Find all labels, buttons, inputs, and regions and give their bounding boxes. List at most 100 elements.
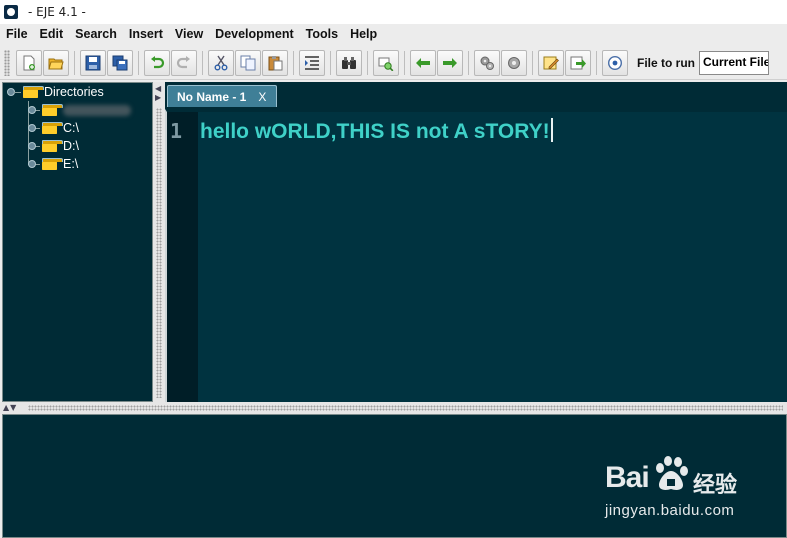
open-file-button[interactable]	[43, 49, 69, 76]
code-line[interactable]: hello wORLD,THIS IS not A sTORY!	[200, 118, 553, 144]
tree-expand-handle[interactable]	[28, 124, 36, 132]
folder-icon	[42, 104, 63, 116]
paste-button[interactable]	[262, 49, 288, 76]
tree-item-label: E:\	[63, 157, 79, 171]
editor-tab[interactable]: No Name - 1 X	[167, 85, 278, 107]
title-bar: - EJE 4.1 -	[0, 0, 787, 24]
watermark-brand-suffix: 经验	[693, 473, 738, 498]
toolbar-separator	[293, 50, 294, 75]
menu-file[interactable]: File	[6, 27, 28, 41]
menu-help[interactable]: Help	[350, 27, 377, 41]
tree-root-label: Directories	[44, 85, 104, 99]
build-button[interactable]	[501, 49, 527, 76]
save-icon	[85, 55, 101, 70]
watermark-url: jingyan.baidu.com	[605, 502, 735, 519]
splitter-collapse-arrows-icon[interactable]: ▲▼	[3, 403, 17, 412]
menu-development[interactable]: Development	[215, 27, 294, 41]
folder-open-icon	[23, 86, 44, 98]
horizontal-splitter[interactable]: ▲▼	[0, 402, 787, 414]
export-button[interactable]	[565, 49, 591, 76]
save-button[interactable]	[80, 49, 106, 76]
tree-expand-handle[interactable]	[28, 106, 36, 114]
baidu-paw-icon	[656, 456, 688, 490]
file-to-run-select[interactable]: Current File	[699, 50, 769, 75]
tree-root[interactable]: Directories	[23, 84, 104, 100]
file-to-run-label: File to run	[637, 55, 695, 70]
line-number: 1	[170, 119, 183, 143]
run-button[interactable]	[602, 49, 628, 76]
compile-button[interactable]	[474, 49, 500, 76]
run-icon	[607, 55, 623, 70]
tree-item-blurred[interactable]	[42, 102, 131, 118]
menu-view[interactable]: View	[175, 27, 203, 41]
menu-insert[interactable]: Insert	[129, 27, 163, 41]
editor-area: No Name - 1 X 1 hello wORLD,THIS IS not …	[165, 82, 787, 402]
redo-button[interactable]	[171, 49, 197, 76]
cut-icon	[214, 55, 228, 70]
menu-edit[interactable]: Edit	[40, 27, 64, 41]
watermark-brand: Bai	[605, 461, 650, 494]
toolbar: File to run Current File	[0, 46, 787, 80]
indent-button[interactable]	[299, 49, 325, 76]
save-all-button[interactable]	[107, 49, 133, 76]
tree-item-label: D:\	[63, 139, 79, 153]
toolbar-separator	[596, 50, 597, 75]
app-logo-icon	[4, 5, 18, 19]
tree-item-label: C:\	[63, 121, 79, 135]
export-icon	[570, 56, 586, 69]
menu-search[interactable]: Search	[75, 27, 117, 41]
search-replace-icon	[378, 57, 394, 71]
tree-expand-handle[interactable]	[28, 142, 36, 150]
editor-tab-label: No Name - 1	[177, 89, 247, 104]
find-button[interactable]	[336, 49, 362, 76]
copy-button[interactable]	[235, 49, 261, 76]
toolbar-separator	[532, 50, 533, 75]
tree-item-e-drive[interactable]: E:\	[42, 156, 78, 172]
new-file-button[interactable]	[16, 49, 42, 76]
tree-connector	[14, 92, 21, 93]
redo-icon	[176, 55, 190, 68]
code-editor[interactable]: 1 hello wORLD,THIS IS not A sTORY!	[165, 109, 787, 402]
undo-button[interactable]	[144, 49, 170, 76]
menu-bar: File Edit Search Insert View Development…	[0, 24, 787, 44]
eje-window: - EJE 4.1 - File Edit Search Insert View…	[0, 0, 787, 538]
toolbar-separator	[74, 50, 75, 75]
copy-icon	[240, 55, 256, 70]
tab-close-icon[interactable]: X	[258, 90, 266, 104]
back-button[interactable]	[410, 49, 436, 76]
splitter-collapse-arrows-icon[interactable]: ◀ ▶	[155, 84, 161, 102]
cut-button[interactable]	[208, 49, 234, 76]
directory-tree: Directories C:\ D:\ E:\	[2, 82, 153, 402]
search-replace-button[interactable]	[373, 49, 399, 76]
text-caret	[550, 118, 553, 142]
toolbar-grip[interactable]	[4, 49, 10, 76]
toolbar-separator	[138, 50, 139, 75]
back-arrow-icon	[416, 57, 430, 68]
edit-note-button[interactable]	[538, 49, 564, 76]
tree-item-c-drive[interactable]: C:\	[42, 120, 79, 136]
code-text: hello wORLD,THIS IS not A sTORY!	[200, 120, 550, 143]
tree-item-d-drive[interactable]: D:\	[42, 138, 79, 154]
paste-icon	[268, 55, 283, 70]
toolbar-separator	[367, 50, 368, 75]
save-all-icon	[112, 55, 128, 70]
toolbar-separator	[202, 50, 203, 75]
splitter-grip[interactable]	[28, 405, 783, 411]
forward-arrow-icon	[443, 57, 457, 68]
splitter-grip[interactable]	[156, 108, 162, 398]
new-file-icon	[23, 55, 35, 70]
folder-icon	[42, 140, 63, 152]
vertical-splitter[interactable]: ◀ ▶	[153, 82, 165, 402]
compile-gear-icon	[480, 56, 494, 70]
toolbar-separator	[468, 50, 469, 75]
menu-tools[interactable]: Tools	[306, 27, 338, 41]
window-title: - EJE 4.1 -	[28, 5, 86, 19]
tree-item-label-redacted	[63, 104, 131, 116]
forward-button[interactable]	[437, 49, 463, 76]
baidu-jingyan-watermark: Bai 经验 jingyan.baidu.com	[605, 455, 785, 525]
indent-icon	[305, 55, 319, 70]
folder-icon	[42, 158, 63, 170]
edit-note-icon	[543, 56, 559, 69]
tree-expand-handle[interactable]	[28, 160, 36, 168]
folder-icon	[42, 122, 63, 134]
